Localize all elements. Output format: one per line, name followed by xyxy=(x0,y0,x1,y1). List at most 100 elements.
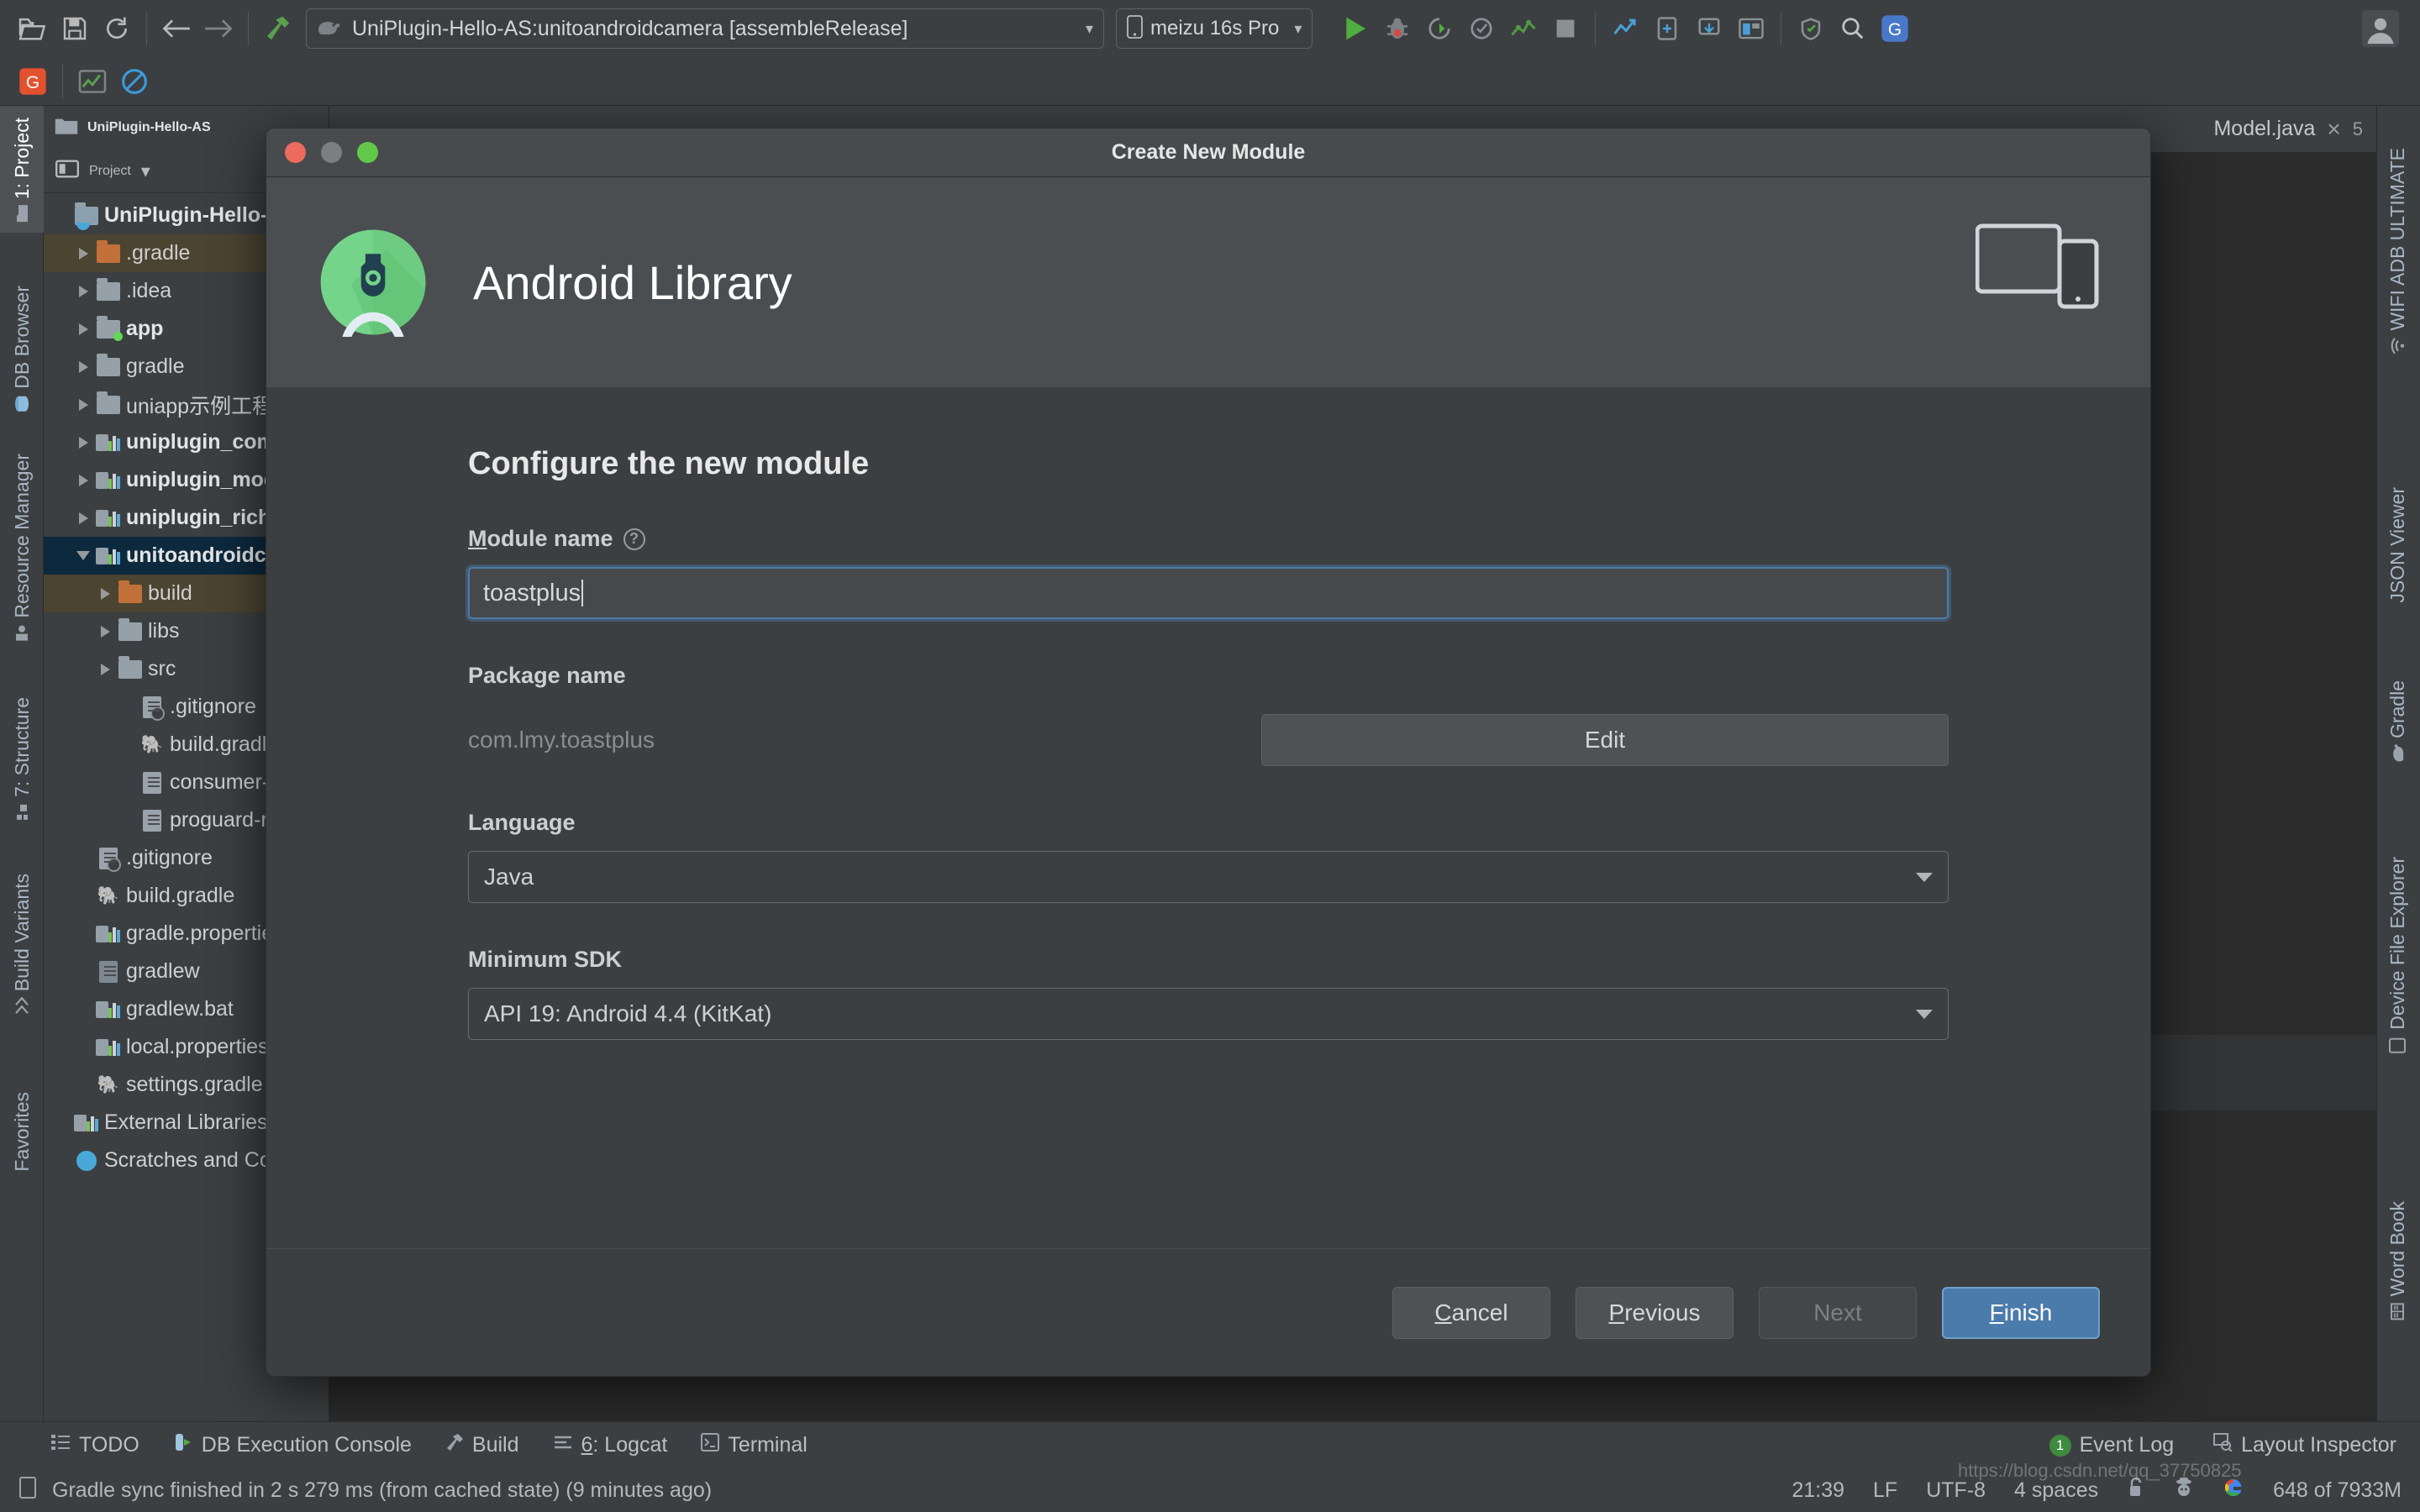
profiler-icon[interactable] xyxy=(1502,8,1544,50)
module-name-input[interactable]: toastplus xyxy=(466,564,1951,622)
folder-icon xyxy=(116,655,145,679)
chevron-down-icon-device[interactable]: ▾ xyxy=(1279,20,1302,38)
previous-button[interactable]: Previous xyxy=(1576,1286,1733,1339)
chevron-right-icon[interactable] xyxy=(72,360,94,373)
minimize-window-button[interactable] xyxy=(321,142,342,163)
google-icon[interactable]: G xyxy=(12,60,54,102)
status-line-ending[interactable]: LF xyxy=(1873,1478,1897,1503)
chevron-right-icon[interactable] xyxy=(72,285,94,297)
chevron-right-icon[interactable] xyxy=(94,625,116,638)
chevron-down-icon[interactable] xyxy=(72,551,94,560)
bottom-item-terminal[interactable]: Terminal xyxy=(701,1433,808,1457)
sdk-manager-icon[interactable] xyxy=(1688,8,1730,50)
gradle-elephant-icon-rail xyxy=(2386,744,2409,762)
no-entry-icon[interactable] xyxy=(113,60,155,102)
finish-mnemonic: F xyxy=(1989,1299,2004,1326)
sync-project-icon[interactable] xyxy=(1604,8,1646,50)
sidebar-item-device-file-explorer[interactable]: Device File Explorer xyxy=(2375,845,2420,1067)
sync-icon[interactable] xyxy=(96,8,138,50)
sidebar-item-db-browser[interactable]: DB Browser xyxy=(0,274,45,424)
bottom-label-logcat: 6: Logcat xyxy=(581,1433,668,1457)
run-icon[interactable] xyxy=(1334,8,1376,50)
run-configuration-selector[interactable]: UniPlugin-Hello-AS:unitoandroidcamera [a… xyxy=(306,8,1104,49)
package-name-label: Package name xyxy=(468,663,626,688)
right-rail-label-1: JSON Viewer xyxy=(2386,487,2408,603)
save-icon[interactable] xyxy=(54,8,96,50)
chart-icon[interactable] xyxy=(71,60,113,102)
finish-button[interactable]: Finish xyxy=(1942,1286,2100,1339)
memory-indicator[interactable]: 648 of 7933M xyxy=(2273,1478,2402,1503)
open-folder-icon[interactable] xyxy=(12,8,54,50)
sidebar-item-favorites[interactable]: Favorites xyxy=(0,1080,45,1184)
sidebar-item-gradle[interactable]: Gradle xyxy=(2375,669,2420,772)
file-icon xyxy=(138,771,166,794)
build-hammer-icon[interactable] xyxy=(257,8,299,50)
close-icon[interactable]: × xyxy=(2327,116,2340,143)
sidebar-item-structure[interactable]: 7: Structure xyxy=(0,685,45,832)
bottom-item-todo[interactable]: TODO xyxy=(50,1433,139,1457)
bottom-label-terminal: Terminal xyxy=(728,1433,808,1457)
toolbar-divider-2 xyxy=(248,12,249,45)
module-icon xyxy=(94,470,123,491)
chevron-down-icon-language[interactable] xyxy=(1916,872,1933,882)
chevron-right-icon[interactable] xyxy=(72,398,94,411)
editor-tab-model-java[interactable]: Model.java xyxy=(2213,117,2315,141)
layout-inspector-icon[interactable] xyxy=(1730,8,1772,50)
phone-icon xyxy=(1127,14,1143,43)
project-view-icon[interactable] xyxy=(55,159,79,183)
module-icon xyxy=(94,1000,123,1020)
chevron-right-icon[interactable] xyxy=(72,323,94,335)
device-manager-icon[interactable] xyxy=(1790,8,1832,50)
gradle-file-icon: 🐘 xyxy=(97,1074,120,1095)
chevron-right-icon[interactable] xyxy=(72,474,94,486)
avd-manager-icon[interactable] xyxy=(1646,8,1688,50)
debug-icon[interactable] xyxy=(1376,8,1418,50)
chevron-right-icon[interactable] xyxy=(94,587,116,600)
target-device-selector[interactable]: meizu 16s Pro ▾ xyxy=(1116,8,1313,49)
bottom-label-build: Build xyxy=(471,1433,519,1457)
tree-row-label: .gitignore xyxy=(170,695,256,718)
min-sdk-select[interactable]: API 19: Android 4.4 (KitKat) xyxy=(468,988,1949,1040)
coverage-icon[interactable] xyxy=(1460,8,1502,50)
chevron-right-icon[interactable] xyxy=(72,247,94,260)
close-window-button[interactable] xyxy=(285,142,306,163)
bottom-item-event-log[interactable]: 1 Event Log xyxy=(2049,1433,2174,1457)
sidebar-item-word-book[interactable]: Word Book xyxy=(2375,1189,2420,1331)
wifi-adb-icon xyxy=(2386,337,2409,354)
tree-row-label: gradlew.bat xyxy=(126,997,234,1021)
sidebar-item-build-variants[interactable]: Build Variants xyxy=(0,862,45,1025)
back-arrow-icon[interactable] xyxy=(155,8,197,50)
chevron-down-icon-minsdk[interactable] xyxy=(1916,1009,1933,1019)
chevron-down-icon[interactable]: ▾ xyxy=(1071,20,1093,38)
package-name-value: com.lmy.toastplus xyxy=(468,727,655,753)
sidebar-item-json-viewer[interactable]: JSON Viewer xyxy=(2375,475,2420,615)
project-panel-title[interactable]: Project xyxy=(89,164,131,179)
sidebar-item-wifi-adb[interactable]: WIFI ADB ULTIMATE xyxy=(2375,136,2420,366)
bottom-item-layout-inspector[interactable]: Layout Inspector xyxy=(2212,1433,2396,1457)
search-icon[interactable] xyxy=(1832,8,1874,50)
tree-row-label: libs xyxy=(148,619,180,643)
language-select[interactable]: Java xyxy=(468,851,1949,903)
device-file-icon xyxy=(2386,1037,2409,1055)
bottom-item-logcat[interactable]: 6: Logcat xyxy=(553,1433,668,1457)
sidebar-item-resource-manager[interactable]: Resource Manager xyxy=(0,442,45,654)
chevron-right-icon[interactable] xyxy=(72,436,94,449)
structure-icon xyxy=(11,804,34,821)
translate-icon[interactable]: G xyxy=(1874,8,1916,50)
chevron-right-icon[interactable] xyxy=(94,663,116,675)
sidebar-item-project[interactable]: 1: Project xyxy=(0,106,45,234)
bottom-item-build[interactable]: Build xyxy=(445,1432,519,1458)
gradle-file-icon: 🐘 xyxy=(97,885,120,906)
chevron-down-icon-project[interactable]: ▾ xyxy=(141,160,150,182)
right-rail-label-2: Gradle xyxy=(2386,680,2408,739)
cancel-button[interactable]: Cancel xyxy=(1392,1286,1550,1339)
chevron-right-icon[interactable] xyxy=(72,512,94,524)
stop-icon[interactable] xyxy=(1544,8,1586,50)
forward-arrow-icon[interactable] xyxy=(197,8,239,50)
bottom-item-db-execution-console[interactable]: DB Execution Console xyxy=(173,1432,412,1458)
attach-debugger-icon[interactable] xyxy=(1418,8,1460,50)
zoom-window-button[interactable] xyxy=(357,142,378,163)
help-icon[interactable]: ? xyxy=(623,528,645,550)
avatar-icon[interactable] xyxy=(2360,8,2402,50)
edit-package-button[interactable]: Edit xyxy=(1261,714,1949,766)
